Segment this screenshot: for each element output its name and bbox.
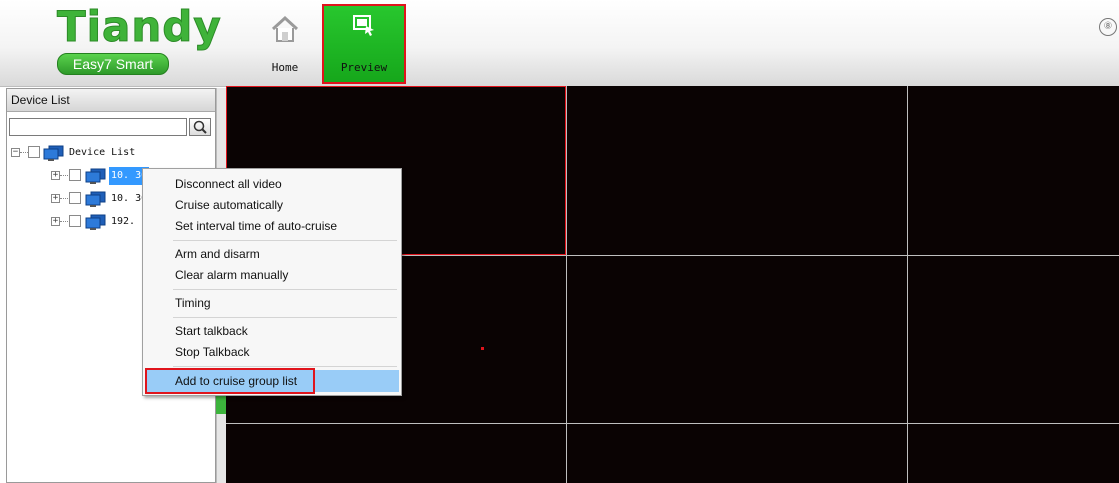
preview-button[interactable]: Preview: [322, 4, 406, 84]
search-icon: [193, 120, 207, 134]
menu-separator: [173, 289, 397, 290]
menu-separator: [173, 240, 397, 241]
device-checkbox[interactable]: [69, 215, 81, 227]
menu-item-start-talkback[interactable]: Start talkback: [145, 320, 399, 342]
tree-connector: [60, 198, 68, 199]
logo-badge: Easy7 Smart: [57, 53, 169, 75]
preview-icon: [352, 14, 376, 39]
tree-connector: [60, 221, 68, 222]
device-monitor-icon: [84, 191, 106, 207]
tiandy-logo: Tiandy Easy7 Smart: [55, 2, 221, 78]
panel-title: Device List: [7, 89, 215, 112]
collapse-icon[interactable]: −: [11, 148, 20, 157]
tree-connector: [60, 175, 68, 176]
logo-wordmark: Tiandy: [57, 2, 222, 52]
tree-root[interactable]: − Device List: [7, 144, 207, 162]
menu-item-disconnect-all-video[interactable]: Disconnect all video: [145, 173, 399, 195]
highlight-frame: [145, 368, 315, 394]
menu-item-timing[interactable]: Timing: [145, 292, 399, 314]
tree-connector: [20, 152, 28, 153]
device-checkbox[interactable]: [69, 169, 81, 181]
context-menu: Disconnect all video Cruise automaticall…: [142, 168, 402, 396]
search-button[interactable]: [189, 118, 211, 136]
expand-icon[interactable]: +: [51, 217, 60, 226]
device-monitor-icon: [84, 168, 106, 184]
menu-item-set-interval-auto-cruise[interactable]: Set interval time of auto-cruise: [145, 215, 399, 237]
home-button[interactable]: Home: [246, 6, 324, 82]
menu-separator: [173, 317, 397, 318]
grid-divider: [226, 423, 1119, 424]
preview-label: Preview: [340, 61, 388, 74]
corner-info-icon[interactable]: ⑧: [1099, 18, 1117, 36]
menu-item-arm-and-disarm[interactable]: Arm and disarm: [145, 243, 399, 265]
expand-icon[interactable]: +: [51, 194, 60, 203]
menu-item-clear-alarm-manually[interactable]: Clear alarm manually: [145, 264, 399, 286]
expand-icon[interactable]: +: [51, 171, 60, 180]
menu-separator: [173, 366, 397, 367]
tree-root-label: Device List: [69, 147, 136, 158]
home-label: Home: [271, 61, 299, 74]
video-marker: [481, 347, 484, 350]
device-search-input[interactable]: [9, 118, 187, 136]
device-monitor-icon: [84, 214, 106, 230]
device-checkbox[interactable]: [69, 192, 81, 204]
home-icon: [270, 14, 300, 47]
tree-root-checkbox[interactable]: [28, 146, 40, 158]
menu-item-cruise-automatically[interactable]: Cruise automatically: [145, 194, 399, 216]
top-toolbar: Tiandy Easy7 Smart Home Preview ⑧: [0, 0, 1119, 87]
menu-item-stop-talkback[interactable]: Stop Talkback: [145, 341, 399, 363]
device-group-icon: [42, 145, 64, 161]
